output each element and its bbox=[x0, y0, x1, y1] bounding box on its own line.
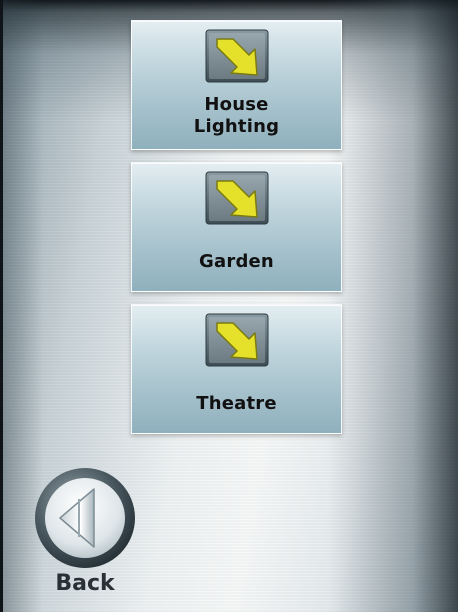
back-label: Back bbox=[55, 571, 115, 596]
arrow-down-right-icon bbox=[205, 29, 268, 83]
house-lighting-label-line2: Lighting bbox=[193, 116, 280, 137]
right-shadow bbox=[328, 0, 458, 612]
theatre-label: Theatre bbox=[196, 393, 277, 414]
garden-button[interactable]: Garden bbox=[131, 162, 342, 292]
house-lighting-label: House Lighting bbox=[132, 94, 341, 138]
garden-label: Garden bbox=[199, 251, 274, 272]
arrow-down-right-icon bbox=[205, 313, 268, 367]
house-lighting-label-line1: House bbox=[204, 94, 269, 115]
house-lighting-button[interactable]: House Lighting bbox=[131, 20, 342, 150]
back-arrow-icon bbox=[35, 468, 135, 568]
theatre-button[interactable]: Theatre bbox=[131, 304, 342, 434]
arrow-down-right-icon bbox=[205, 171, 268, 225]
back-button[interactable]: Back bbox=[30, 467, 140, 607]
